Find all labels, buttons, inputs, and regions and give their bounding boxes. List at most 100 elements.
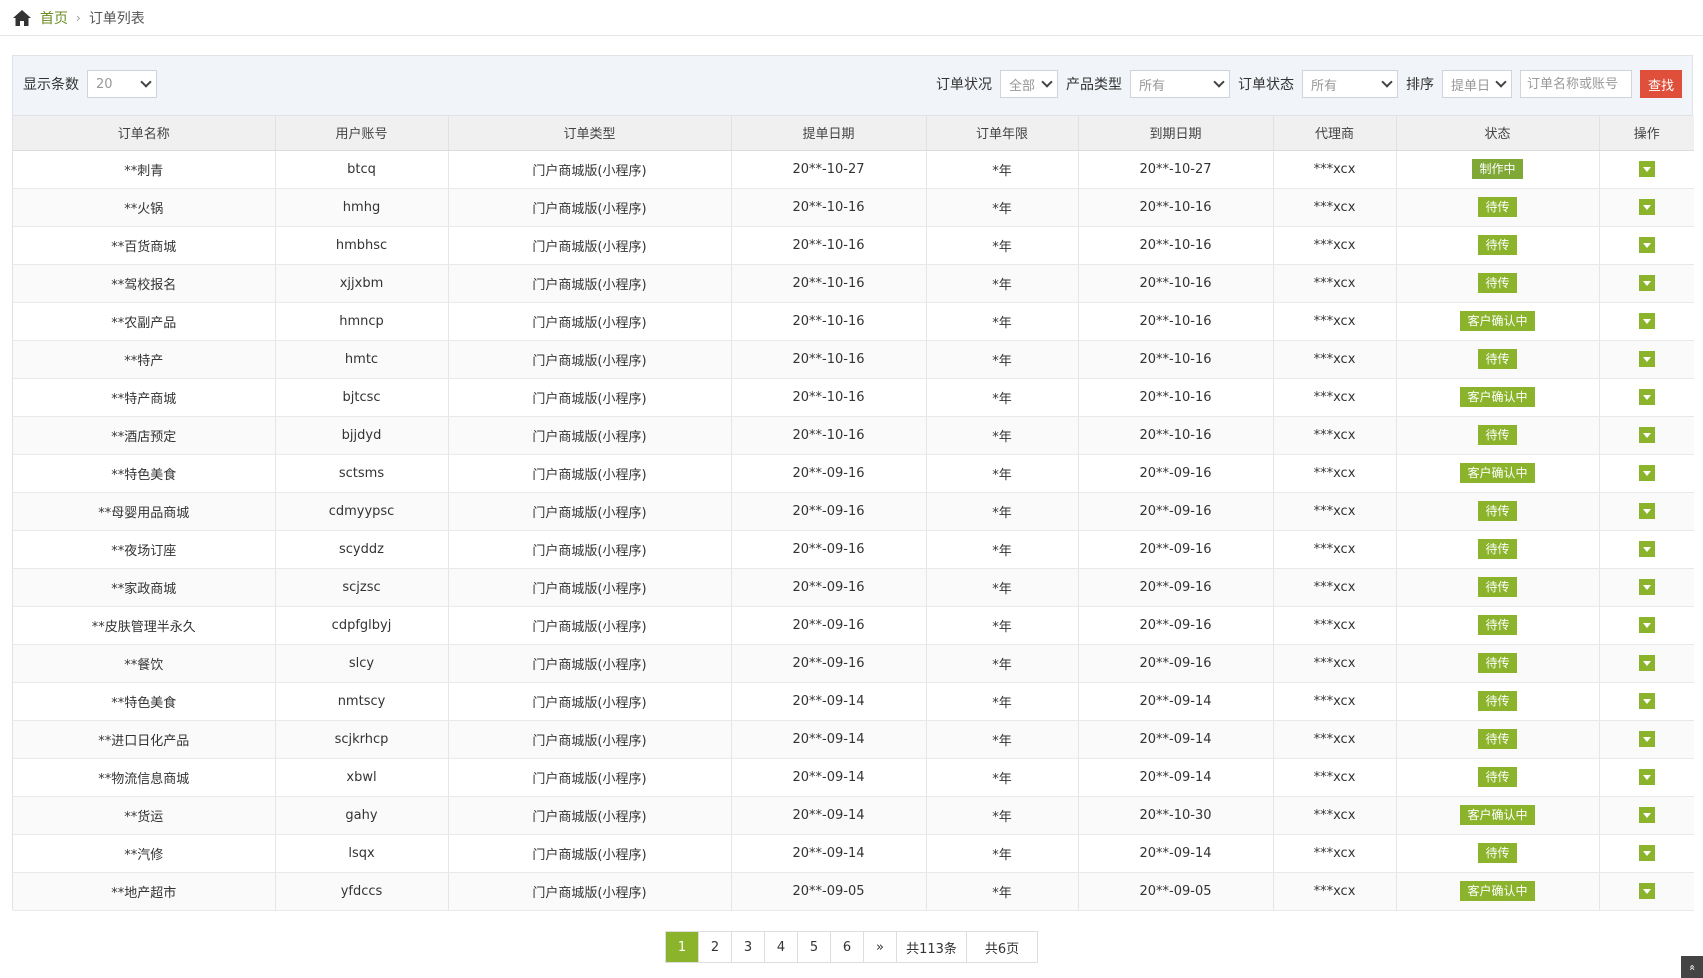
table-cell: **家政商城 bbox=[13, 568, 276, 607]
status-badge: 待传 bbox=[1478, 235, 1517, 255]
table-cell: ***xcx bbox=[1273, 264, 1397, 303]
table-row[interactable]: **刺青 btcq 门户商城版(小程序) 20**-10-27 *年 20**-10-27… bbox=[13, 150, 1694, 189]
status-badge: 待传 bbox=[1478, 577, 1517, 597]
row-action-dropdown-button[interactable] bbox=[1638, 883, 1655, 899]
table-cell: 门户商城版(小程序) bbox=[448, 492, 732, 531]
table-row[interactable]: **餐饮 slcy 门户商城版(小程序) 20**-09-16 *年 20**-09-16… bbox=[13, 644, 1694, 683]
table-row[interactable]: **夜场订座 scyddz 门户商城版(小程序) 20**-09-16 *年 20**-0… bbox=[13, 530, 1694, 569]
table-cell: 20**-10-16 bbox=[1078, 264, 1274, 303]
status-cell: 待传 bbox=[1396, 416, 1600, 455]
table-row[interactable]: **特产 hmtc 门户商城版(小程序) 20**-10-16 *年 20**-10-16… bbox=[13, 340, 1694, 379]
table-row[interactable]: **火锅 hmhg 门户商城版(小程序) 20**-10-16 *年 20**-10-16… bbox=[13, 188, 1694, 227]
row-action-dropdown-button[interactable] bbox=[1638, 579, 1655, 595]
table-row[interactable]: **酒店预定 bjjdyd 门户商城版(小程序) 20**-10-16 *年 20**-1… bbox=[13, 416, 1694, 455]
table-cell: ***xcx bbox=[1273, 606, 1397, 645]
table-row[interactable]: **特产商城 bjtcsc 门户商城版(小程序) 20**-10-16 *年 20**-1… bbox=[13, 378, 1694, 417]
table-row[interactable]: **农副产品 hmncp 门户商城版(小程序) 20**-10-16 *年 20**-10… bbox=[13, 302, 1694, 341]
breadcrumb-current: 订单列表 bbox=[88, 11, 145, 27]
page-next-button[interactable]: » bbox=[864, 932, 897, 962]
row-action-dropdown-button[interactable] bbox=[1638, 693, 1655, 709]
row-action-dropdown-button[interactable] bbox=[1638, 465, 1655, 481]
search-input[interactable] bbox=[1520, 70, 1632, 98]
table-cell: 门户商城版(小程序) bbox=[448, 834, 732, 873]
row-action-dropdown-button[interactable] bbox=[1638, 199, 1655, 215]
home-icon[interactable] bbox=[12, 9, 32, 27]
table-row[interactable]: **百货商城 hmbhsc 门户商城版(小程序) 20**-10-16 *年 20**-1… bbox=[13, 226, 1694, 265]
row-action-dropdown-button[interactable] bbox=[1638, 769, 1655, 785]
status-badge: 待传 bbox=[1478, 539, 1517, 559]
table-cell: 20**-10-16 bbox=[731, 226, 927, 265]
action-cell bbox=[1599, 226, 1694, 265]
table-row[interactable]: **家政商城 scjzsc 门户商城版(小程序) 20**-09-16 *年 20**-0… bbox=[13, 568, 1694, 607]
table-row[interactable]: **进口日化产品 scjkrhcp 门户商城版(小程序) 20**-09-14 *年 20… bbox=[13, 720, 1694, 759]
table-cell: slcy bbox=[275, 644, 449, 683]
page-button-6[interactable]: 6 bbox=[831, 932, 864, 962]
table-cell: 20**-09-16 bbox=[1078, 454, 1274, 493]
table-cell: **物流信息商城 bbox=[13, 758, 276, 797]
back-to-top-button[interactable]: « bbox=[1681, 956, 1703, 978]
breadcrumb-home-link[interactable]: 首页 bbox=[40, 8, 68, 28]
table-row[interactable]: **汽修 lsqx 门户商城版(小程序) 20**-09-14 *年 20**-09-14… bbox=[13, 834, 1694, 873]
sort-select[interactable]: 提单日 bbox=[1442, 70, 1512, 98]
status-badge: 待传 bbox=[1478, 501, 1517, 521]
row-action-dropdown-button[interactable] bbox=[1638, 351, 1655, 367]
order-status-select[interactable]: 所有 bbox=[1302, 70, 1398, 98]
row-action-dropdown-button[interactable] bbox=[1638, 541, 1655, 557]
row-action-dropdown-button[interactable] bbox=[1638, 731, 1655, 747]
table-cell: 20**-10-30 bbox=[1078, 796, 1274, 835]
table-row[interactable]: **驾校报名 xjjxbm 门户商城版(小程序) 20**-10-16 *年 20**-1… bbox=[13, 264, 1694, 303]
status-cell: 待传 bbox=[1396, 188, 1600, 227]
table-cell: yfdccs bbox=[275, 872, 449, 911]
table-cell: *年 bbox=[926, 872, 1079, 911]
table-cell: cdpfglbyj bbox=[275, 606, 449, 645]
page-button-1[interactable]: 1 bbox=[666, 932, 699, 962]
status-cell: 待传 bbox=[1396, 834, 1600, 873]
row-action-dropdown-button[interactable] bbox=[1638, 275, 1655, 291]
table-row[interactable]: **地产超市 yfdccs 门户商城版(小程序) 20**-09-05 *年 20**-0… bbox=[13, 872, 1694, 911]
page-button-5[interactable]: 5 bbox=[798, 932, 831, 962]
table-cell: 20**-09-14 bbox=[1078, 834, 1274, 873]
table-row[interactable]: **特色美食 nmtscy 门户商城版(小程序) 20**-09-14 *年 20**-0… bbox=[13, 682, 1694, 721]
table-cell: 20**-10-27 bbox=[1078, 150, 1274, 189]
table-cell: 门户商城版(小程序) bbox=[448, 264, 732, 303]
product-type-select[interactable]: 所有 bbox=[1130, 70, 1230, 98]
action-cell bbox=[1599, 454, 1694, 493]
row-action-dropdown-button[interactable] bbox=[1638, 313, 1655, 329]
status-cell: 待传 bbox=[1396, 492, 1600, 531]
table-row[interactable]: **物流信息商城 xbwl 门户商城版(小程序) 20**-09-14 *年 20**-0… bbox=[13, 758, 1694, 797]
table-cell: *年 bbox=[926, 492, 1079, 531]
table-cell: 门户商城版(小程序) bbox=[448, 872, 732, 911]
table-row[interactable]: **特色美食 sctsms 门户商城版(小程序) 20**-09-16 *年 20**-0… bbox=[13, 454, 1694, 493]
row-action-dropdown-button[interactable] bbox=[1638, 807, 1655, 823]
status-cell: 待传 bbox=[1396, 644, 1600, 683]
action-cell bbox=[1599, 340, 1694, 379]
status-cell: 待传 bbox=[1396, 758, 1600, 797]
row-action-dropdown-button[interactable] bbox=[1638, 845, 1655, 861]
page-size-select[interactable]: 20 bbox=[87, 70, 157, 98]
page-button-3[interactable]: 3 bbox=[732, 932, 765, 962]
page-button-2[interactable]: 2 bbox=[699, 932, 732, 962]
table-cell: 门户商城版(小程序) bbox=[448, 150, 732, 189]
table-row[interactable]: **母婴用品商城 cdmyypsc 门户商城版(小程序) 20**-09-16 *年 20… bbox=[13, 492, 1694, 531]
table-cell: 20**-10-16 bbox=[731, 416, 927, 455]
row-action-dropdown-button[interactable] bbox=[1638, 655, 1655, 671]
row-action-dropdown-button[interactable] bbox=[1638, 389, 1655, 405]
order-situation-select[interactable]: 全部 bbox=[1000, 70, 1058, 98]
table-cell: ***xcx bbox=[1273, 150, 1397, 189]
row-action-dropdown-button[interactable] bbox=[1638, 427, 1655, 443]
search-button[interactable]: 查找 bbox=[1640, 70, 1682, 98]
sort-value: 提单日 bbox=[1451, 78, 1491, 94]
table-cell: ***xcx bbox=[1273, 720, 1397, 759]
row-action-dropdown-button[interactable] bbox=[1638, 617, 1655, 633]
table-row[interactable]: **货运 gahy 门户商城版(小程序) 20**-09-14 *年 20**-10-30… bbox=[13, 796, 1694, 835]
table-cell: 20**-09-16 bbox=[731, 568, 927, 607]
row-action-dropdown-button[interactable] bbox=[1638, 237, 1655, 253]
row-action-dropdown-button[interactable] bbox=[1638, 161, 1655, 177]
page-button-4[interactable]: 4 bbox=[765, 932, 798, 962]
status-badge: 客户确认中 bbox=[1460, 387, 1535, 407]
chevron-down-icon bbox=[140, 76, 152, 88]
action-cell bbox=[1599, 302, 1694, 341]
action-cell bbox=[1599, 188, 1694, 227]
table-row[interactable]: **皮肤管理半永久 cdpfglbyj 门户商城版(小程序) 20**-09-16 *年… bbox=[13, 606, 1694, 645]
row-action-dropdown-button[interactable] bbox=[1638, 503, 1655, 519]
